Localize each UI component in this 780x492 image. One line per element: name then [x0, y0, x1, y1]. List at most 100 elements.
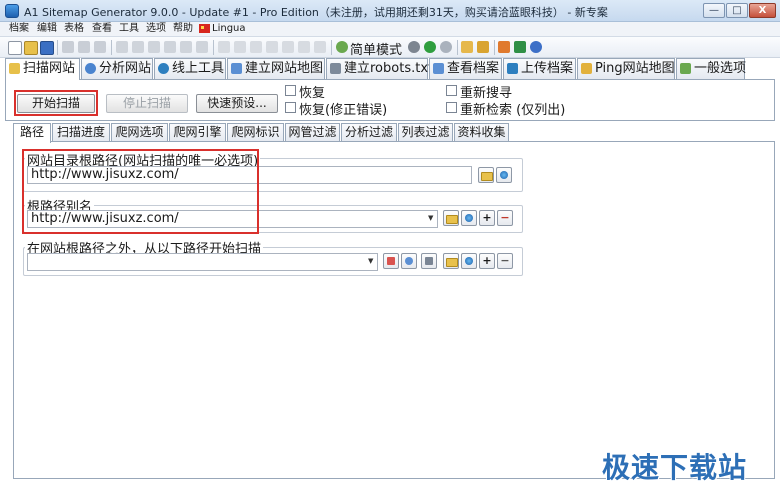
chevron-down-icon[interactable]: ▼: [368, 257, 373, 265]
subtab-scan-progress[interactable]: 扫描进度: [52, 123, 110, 142]
find-icon[interactable]: [180, 41, 192, 53]
globe-icon: [500, 171, 508, 179]
resume-fix-errors-label: 恢复(修正错误): [299, 103, 388, 118]
subtab-crawl-identity[interactable]: 爬网标识: [227, 123, 284, 142]
outside-root-combobox[interactable]: [27, 253, 378, 271]
cut-icon[interactable]: [116, 41, 128, 53]
subtab-crawl-options[interactable]: 爬网选项: [111, 123, 168, 142]
tab-create-robots[interactable]: 建立robots.txt: [326, 58, 433, 79]
toolbar-separator: [331, 40, 332, 55]
open-globe-button[interactable]: [496, 167, 512, 183]
path-highlight: [22, 149, 259, 234]
new-file-icon[interactable]: [8, 41, 22, 55]
menu-help[interactable]: 帮助: [173, 22, 193, 35]
subtab-path[interactable]: 路径: [13, 123, 51, 143]
rescan-checkbox[interactable]: [446, 85, 457, 96]
chevron-down-icon[interactable]: ▼: [428, 214, 433, 222]
copy-icon[interactable]: [132, 41, 144, 53]
minus-icon: −: [500, 254, 510, 267]
menu-edit[interactable]: 编辑: [37, 22, 57, 35]
export-icon[interactable]: [94, 41, 106, 53]
outside-browser-button[interactable]: [401, 253, 417, 269]
tab-upload-files[interactable]: 上传档案: [503, 58, 576, 79]
folder-icon: [481, 172, 493, 181]
preview-icon[interactable]: [78, 41, 90, 53]
refresh-icon[interactable]: [440, 41, 452, 53]
outdent-icon[interactable]: [250, 41, 262, 53]
menu-table[interactable]: 表格: [64, 22, 84, 35]
outside-browse-button[interactable]: [443, 253, 459, 269]
globe-icon: [465, 257, 473, 265]
globe-icon: [158, 63, 169, 74]
paste-icon[interactable]: [148, 41, 160, 53]
subtab-list-filter[interactable]: 列表过滤: [398, 123, 453, 142]
globe-icon: [465, 214, 473, 222]
alias-globe-button[interactable]: [461, 210, 477, 226]
watermark-text: 极速下载站: [602, 451, 748, 484]
menu-lingua[interactable]: Lingua: [212, 22, 246, 35]
alias-add-button[interactable]: +: [479, 210, 495, 226]
subtab-crawl-engine[interactable]: 爬网引擎: [169, 123, 226, 142]
minus-icon: −: [500, 211, 510, 224]
print-icon[interactable]: [62, 41, 74, 53]
robot-icon: [330, 63, 341, 74]
home-icon[interactable]: [498, 41, 510, 53]
alias-remove-button[interactable]: −: [497, 210, 513, 226]
move-down-icon[interactable]: [314, 41, 326, 53]
indent-icon[interactable]: [234, 41, 246, 53]
subtab-data-collection[interactable]: 资料收集: [454, 123, 509, 142]
outside-add-button[interactable]: +: [479, 253, 495, 269]
outside-sitemap-button[interactable]: [383, 253, 399, 269]
browse-folder-button[interactable]: [478, 167, 494, 183]
stop-icon[interactable]: [408, 41, 420, 53]
toolbar-separator: [494, 40, 495, 55]
menu-view[interactable]: 查看: [92, 22, 112, 35]
menu-file[interactable]: 档案: [9, 22, 29, 35]
tab-analyze-website[interactable]: 分析网站: [81, 58, 153, 79]
simple-mode-label[interactable]: 简单模式: [350, 39, 402, 58]
tab-scan-website[interactable]: 扫描网站: [5, 58, 80, 80]
settings-icon: [680, 63, 691, 74]
alias-browse-button[interactable]: [443, 210, 459, 226]
import-icon: [425, 257, 433, 265]
align-icon[interactable]: [218, 41, 230, 53]
resume-fix-errors-checkbox[interactable]: [285, 102, 296, 113]
subtab-analysis-filter[interactable]: 分析过滤: [341, 123, 397, 142]
tab-view-files[interactable]: 查看档案: [429, 58, 502, 79]
go-icon[interactable]: [424, 41, 436, 53]
help-icon[interactable]: [530, 41, 542, 53]
resume-checkbox[interactable]: [285, 85, 296, 96]
stop-scan-button[interactable]: 停止扫描: [106, 94, 188, 113]
folder-icon: [446, 258, 458, 267]
collapse-icon[interactable]: [282, 41, 294, 53]
tab-create-sitemap[interactable]: 建立网站地图: [227, 58, 325, 79]
key-icon[interactable]: [477, 41, 489, 53]
minimize-button[interactable]: —: [703, 3, 725, 18]
maximize-button[interactable]: □: [726, 3, 748, 18]
open-folder-icon[interactable]: [24, 41, 38, 55]
excel-icon[interactable]: [514, 41, 526, 53]
plus-icon: +: [482, 254, 492, 267]
recheck-list-only-checkbox[interactable]: [446, 102, 457, 113]
menu-tools[interactable]: 工具: [119, 22, 139, 35]
tab-ping-sitemap[interactable]: Ping网站地图: [577, 58, 675, 79]
toolbar-separator: [213, 40, 214, 55]
simple-mode-icon[interactable]: [336, 41, 348, 53]
menu-options[interactable]: 选项: [146, 22, 166, 35]
tab-general-options[interactable]: 一般选项: [676, 58, 746, 79]
expand-icon[interactable]: [266, 41, 278, 53]
quick-preset-button[interactable]: 快速预设...: [196, 94, 278, 113]
main-tabs: 扫描网站 分析网站 线上工具 建立网站地图 建立robots.txt 查看档案 …: [5, 58, 780, 80]
move-up-icon[interactable]: [298, 41, 310, 53]
outside-import-button[interactable]: [421, 253, 437, 269]
replace-icon[interactable]: [196, 41, 208, 53]
outside-globe-button[interactable]: [461, 253, 477, 269]
outside-remove-button[interactable]: −: [497, 253, 513, 269]
folder-icon[interactable]: [461, 41, 473, 53]
subtab-webmaster-filter[interactable]: 网管过滤: [285, 123, 340, 142]
close-button[interactable]: X: [749, 3, 776, 18]
start-scan-highlight: [14, 90, 98, 116]
tab-online-tools[interactable]: 线上工具: [154, 58, 226, 79]
save-icon[interactable]: [40, 41, 54, 55]
undo-icon[interactable]: [164, 41, 176, 53]
